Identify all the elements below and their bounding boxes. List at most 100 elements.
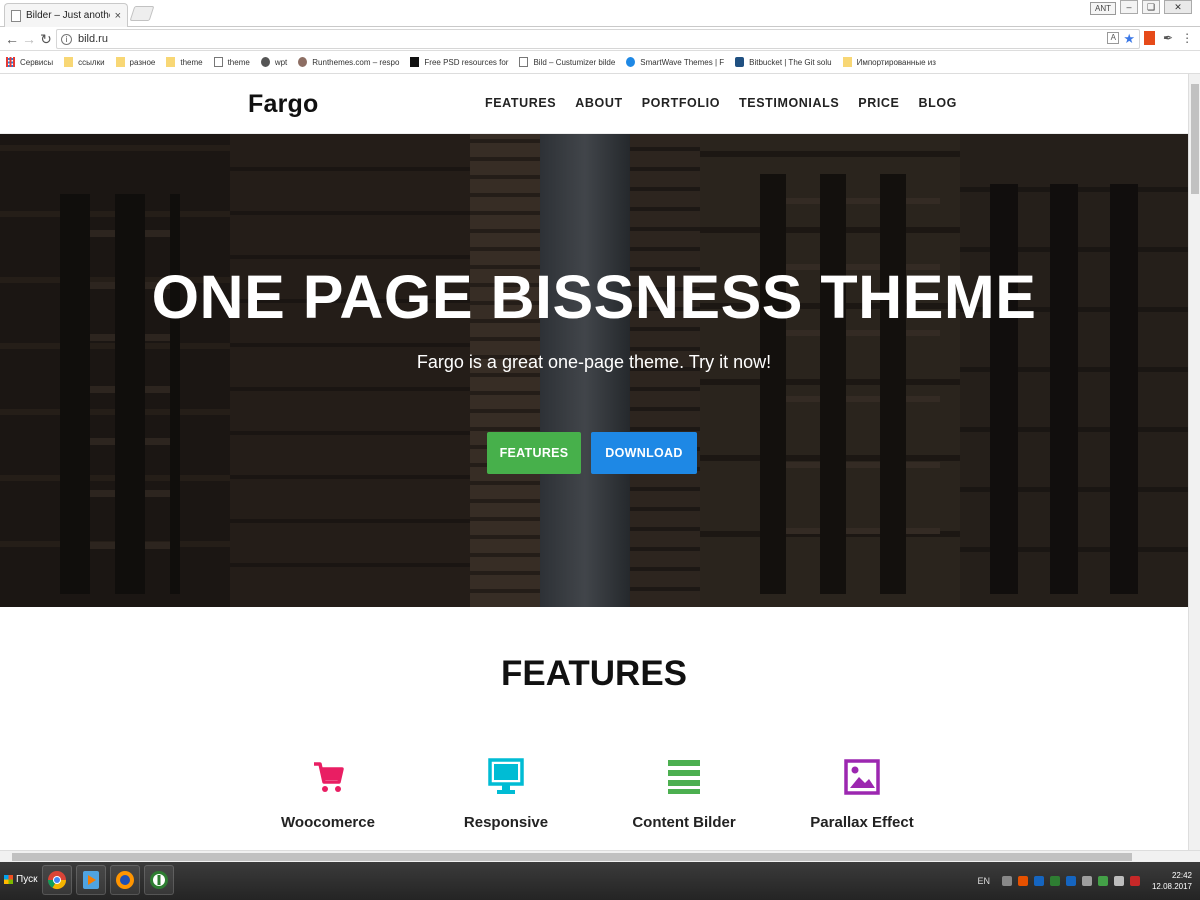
back-arrow-icon[interactable]: ← xyxy=(4,30,20,48)
bookmark-item[interactable]: Импортированные из xyxy=(842,57,936,67)
browser-menu-icon[interactable]: ⋮ xyxy=(1181,31,1193,45)
hero-content: ONE PAGE BISSNESS THEME Fargo is a great… xyxy=(0,134,1188,607)
office-extension-icon[interactable] xyxy=(1144,31,1155,45)
list-lines-icon xyxy=(668,760,700,794)
bitbucket-icon xyxy=(735,57,745,67)
bookmark-item[interactable]: theme xyxy=(213,57,250,67)
bookmark-item[interactable]: Runthemes.com – respo xyxy=(298,57,399,67)
color-picker-extension-icon[interactable]: ✒ xyxy=(1163,31,1173,45)
hero-section: ONE PAGE BISSNESS THEME Fargo is a great… xyxy=(0,134,1188,607)
bookmark-label: разное xyxy=(129,57,156,67)
nav-features[interactable]: FEATURES xyxy=(485,96,556,110)
bookmark-label: theme xyxy=(180,57,203,67)
app-taskbar-icon[interactable] xyxy=(144,865,174,895)
windows-taskbar: Пуск EN 22:42 12.08.2017 xyxy=(0,862,1200,900)
taskbar-apps xyxy=(42,865,174,895)
bookmark-label: Free PSD resources for xyxy=(424,57,509,67)
smartwave-icon xyxy=(626,57,636,67)
apps-icon xyxy=(6,57,15,67)
bookmark-item[interactable]: SmartWave Themes | F xyxy=(626,57,724,67)
address-url[interactable]: bild.ru xyxy=(78,33,108,45)
bookmark-item[interactable]: Bitbucket | The Git solu xyxy=(735,57,832,67)
bookmark-item[interactable]: ссылки xyxy=(64,57,105,67)
bookmark-label: theme xyxy=(227,57,250,67)
address-bar[interactable]: i bild.ru A ★ xyxy=(56,29,1140,49)
feature-label: Content Bilder xyxy=(632,814,736,831)
nav-portfolio[interactable]: PORTFOLIO xyxy=(642,96,720,110)
vertical-scroll-thumb[interactable] xyxy=(1191,84,1199,194)
network-icon[interactable] xyxy=(1081,876,1092,886)
features-section: FEATURES Woocomerce Responsive Content B… xyxy=(0,607,1188,850)
download-button[interactable]: DOWNLOAD xyxy=(591,432,697,474)
folder-icon xyxy=(64,57,74,67)
bookmark-item[interactable]: Free PSD resources for xyxy=(410,57,508,67)
tray-app-icon[interactable] xyxy=(1097,876,1108,886)
browser-tab[interactable]: Bilder – Just another Word × xyxy=(4,3,128,27)
folder-icon xyxy=(842,57,852,67)
translate-icon[interactable]: A xyxy=(1107,32,1120,44)
wordpress-icon xyxy=(260,57,270,67)
vertical-scrollbar[interactable] xyxy=(1188,74,1200,850)
freepsd-icon xyxy=(410,57,420,67)
minimize-button[interactable]: – xyxy=(1120,0,1138,14)
bookmark-item[interactable]: разное xyxy=(115,57,156,67)
chrome-taskbar-icon[interactable] xyxy=(42,865,72,895)
site-info-icon[interactable]: i xyxy=(61,33,72,45)
bookmark-label: Bitbucket | The Git solu xyxy=(749,57,832,67)
window-controls: ANT – ❑ ✕ xyxy=(1090,0,1192,15)
feature-woocomerce: Woocomerce xyxy=(248,757,408,831)
start-button[interactable]: Пуск xyxy=(4,874,37,885)
firefox-taskbar-icon[interactable] xyxy=(110,865,140,895)
feature-label: Woocomerce xyxy=(281,814,375,831)
clock[interactable]: 22:42 12.08.2017 xyxy=(1152,870,1192,892)
forward-arrow-icon[interactable]: → xyxy=(21,30,37,48)
volume-icon[interactable] xyxy=(1001,876,1012,886)
bookmark-item[interactable]: Bild – Custumizer bilde xyxy=(519,57,615,67)
tray-app-icon[interactable] xyxy=(1129,876,1140,886)
bookmark-item[interactable]: wpt xyxy=(260,57,287,67)
bookmark-label: Bild – Custumizer bilde xyxy=(533,57,616,67)
web-page: Fargo FEATURES ABOUT PORTFOLIO TESTIMONI… xyxy=(0,74,1188,850)
bookmarks-bar: Сервисы ссылки разное theme theme wpt Runtheme… xyxy=(0,51,1200,74)
bookmark-label: Runthemes.com – respo xyxy=(312,57,400,67)
site-header: Fargo FEATURES ABOUT PORTFOLIO TESTIMONI… xyxy=(0,74,1188,134)
nav-about[interactable]: ABOUT xyxy=(575,96,622,110)
tray-app-icon[interactable] xyxy=(1017,876,1028,886)
close-window-button[interactable]: ✕ xyxy=(1164,0,1192,14)
feature-responsive: Responsive xyxy=(426,757,586,831)
new-tab-button[interactable] xyxy=(129,6,155,21)
features-button[interactable]: FEATURES xyxy=(487,432,581,474)
page-icon xyxy=(519,57,529,67)
horizontal-scrollbar[interactable] xyxy=(0,850,1200,862)
page-favicon-icon xyxy=(11,9,21,22)
horizontal-scroll-thumb[interactable] xyxy=(12,853,1132,861)
tray-app-icon[interactable] xyxy=(1065,876,1076,886)
nav-testimonials[interactable]: TESTIMONIALS xyxy=(739,96,839,110)
folder-icon xyxy=(166,57,176,67)
address-toolbar: ← → ↻ i bild.ru A ★ ✒ ⋮ xyxy=(0,27,1200,51)
tab-close-icon[interactable]: × xyxy=(115,10,121,22)
tab-bar: Bilder – Just another Word × ANT – ❑ ✕ xyxy=(0,0,1200,27)
folder-icon xyxy=(115,57,125,67)
bookmark-item[interactable]: theme xyxy=(166,57,203,67)
language-indicator[interactable]: EN xyxy=(977,876,990,886)
feature-content-bilder: Content Bilder xyxy=(604,757,764,831)
site-logo[interactable]: Fargo xyxy=(248,90,318,119)
tray-app-icon[interactable] xyxy=(1033,876,1044,886)
flag-icon[interactable] xyxy=(1113,876,1124,886)
features-heading: FEATURES xyxy=(500,654,688,693)
bookmark-star-icon[interactable]: ★ xyxy=(1123,32,1135,46)
maximize-button[interactable]: ❑ xyxy=(1142,0,1160,14)
bookmark-label: Импортированные из xyxy=(856,57,936,67)
bookmark-label: Сервисы xyxy=(20,57,54,67)
media-player-taskbar-icon[interactable] xyxy=(76,865,106,895)
tray-app-icon[interactable] xyxy=(1049,876,1060,886)
bookmark-label: SmartWave Themes | F xyxy=(640,57,725,67)
profile-button[interactable]: ANT xyxy=(1090,2,1116,15)
bookmark-item[interactable]: Сервисы xyxy=(6,57,53,67)
reload-icon[interactable]: ↻ xyxy=(38,30,54,48)
image-icon xyxy=(844,759,880,795)
clock-date: 12.08.2017 xyxy=(1151,882,1192,891)
nav-blog[interactable]: BLOG xyxy=(919,96,958,110)
nav-price[interactable]: PRICE xyxy=(858,96,899,110)
